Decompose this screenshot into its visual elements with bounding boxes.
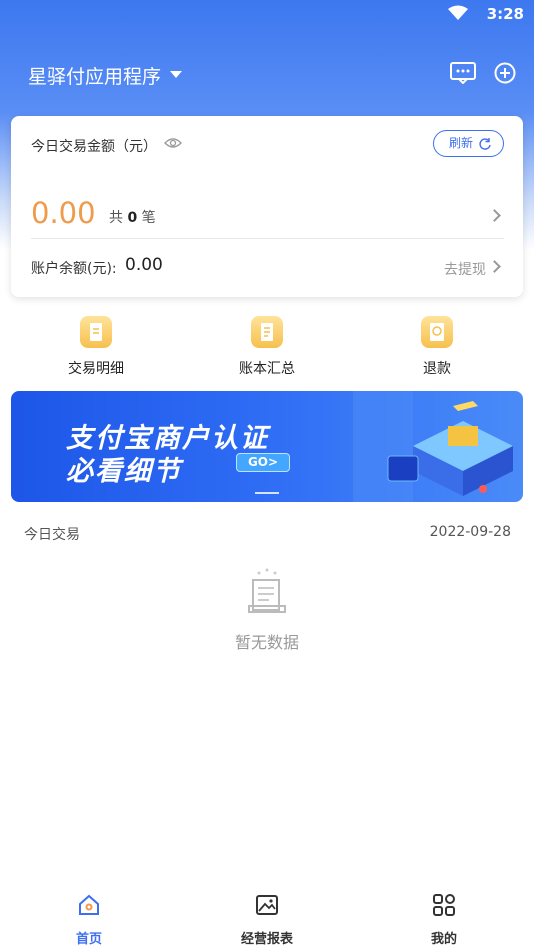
banner-subtitle: 必看细节 bbox=[66, 456, 182, 487]
banner-go-button[interactable]: GO> bbox=[236, 453, 290, 472]
app-title-row: 星驿付应用程序 bbox=[28, 60, 520, 90]
transaction-detail-icon bbox=[80, 316, 112, 348]
refund-icon bbox=[421, 316, 453, 348]
status-time: 3:28 bbox=[486, 5, 524, 23]
isometric-illustration bbox=[353, 391, 513, 502]
status-bar: 3:28 bbox=[0, 0, 534, 28]
tab-label: 我的 bbox=[430, 932, 457, 947]
shortcut-transaction-detail[interactable]: 交易明细 bbox=[46, 316, 146, 378]
banner-indicator bbox=[255, 492, 279, 494]
app-title[interactable]: 星驿付应用程序 bbox=[28, 62, 161, 89]
caret-down-icon[interactable] bbox=[170, 71, 182, 78]
shortcut-row: 交易明细 账本汇总 退款 bbox=[0, 316, 534, 386]
empty-state-text: 暂无数据 bbox=[234, 633, 299, 652]
today-date: 2022-09-28 bbox=[429, 524, 511, 540]
today-amount-label: 今日交易金额（元） bbox=[31, 139, 157, 155]
chevron-right-icon[interactable] bbox=[488, 209, 501, 222]
today-transactions-label: 今日交易 bbox=[24, 527, 80, 543]
ledger-summary-icon bbox=[251, 316, 283, 348]
empty-document-icon bbox=[248, 568, 286, 613]
withdraw-link[interactable]: 去提现 bbox=[444, 259, 486, 279]
tab-mine[interactable]: 我的 bbox=[394, 893, 494, 947]
count-suffix: 笔 bbox=[141, 210, 156, 226]
shortcut-ledger-summary[interactable]: 账本汇总 bbox=[217, 316, 317, 378]
refresh-button[interactable]: 刷新 bbox=[433, 130, 504, 157]
eye-icon[interactable] bbox=[164, 136, 182, 150]
count-value: 0 bbox=[127, 210, 138, 226]
grid-profile-icon bbox=[433, 894, 455, 916]
transaction-card: 今日交易金额（元） 刷新 0.00 共 0 笔 账户余额(元): 0.00 去提… bbox=[11, 116, 523, 297]
bottom-tab-bar: 首页 经营报表 我的 bbox=[0, 879, 534, 949]
count-prefix: 共 bbox=[109, 210, 123, 226]
shortcut-refund[interactable]: 退款 bbox=[387, 316, 487, 378]
refresh-icon bbox=[479, 138, 491, 150]
shortcut-label: 退款 bbox=[423, 361, 451, 377]
wifi-icon bbox=[448, 5, 468, 20]
shortcut-label: 账本汇总 bbox=[239, 361, 295, 377]
home-icon bbox=[79, 894, 99, 915]
shortcut-label: 交易明细 bbox=[68, 361, 124, 377]
today-amount: 0.00 bbox=[31, 196, 96, 230]
balance-value: 0.00 bbox=[125, 255, 163, 275]
chevron-right-icon[interactable] bbox=[488, 260, 501, 273]
balance-label: 账户余额(元): bbox=[31, 261, 117, 277]
tab-label: 首页 bbox=[75, 932, 102, 947]
add-circle-icon[interactable] bbox=[494, 62, 516, 84]
transaction-count: 共 0 笔 bbox=[109, 207, 156, 227]
promo-banner[interactable]: 支付宝商户认证 必看细节 GO> bbox=[11, 391, 523, 502]
message-icon[interactable] bbox=[450, 62, 476, 84]
tab-label: 经营报表 bbox=[240, 932, 293, 947]
divider bbox=[31, 238, 504, 239]
tab-home[interactable]: 首页 bbox=[39, 893, 139, 947]
image-report-icon bbox=[256, 895, 278, 915]
tab-business-report[interactable]: 经营报表 bbox=[217, 893, 317, 947]
refresh-label: 刷新 bbox=[449, 136, 474, 150]
